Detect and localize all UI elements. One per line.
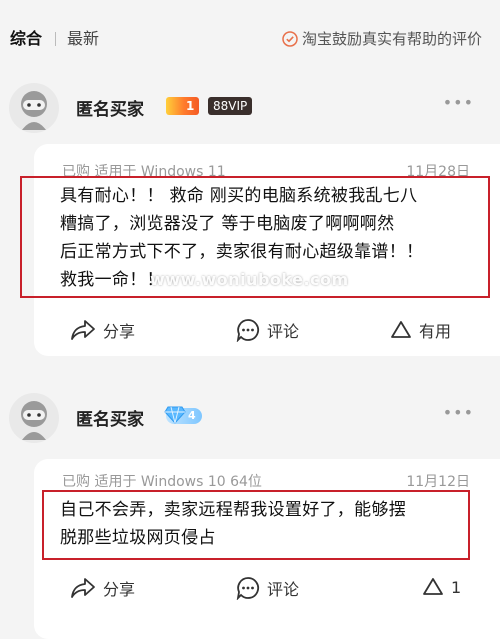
tab-comprehensive[interactable]: 综合	[10, 28, 42, 50]
comment-button[interactable]: 评论	[236, 576, 299, 600]
watermark-text: www.woniuboke.com	[150, 270, 349, 289]
purchase-info: 已购 适用于 Windows 10 64位	[62, 474, 262, 490]
tab-latest[interactable]: 最新	[67, 28, 99, 50]
useful-label: 有用	[419, 322, 452, 341]
username: 匿名买家	[76, 410, 144, 430]
share-icon	[71, 578, 95, 598]
review-date: 11月12日	[406, 474, 470, 490]
level-badge: 1	[166, 97, 200, 115]
triangle-up-icon	[391, 321, 411, 338]
more-options-icon[interactable]: •••	[443, 403, 474, 422]
share-label: 分享	[103, 322, 136, 341]
useful-count: 1	[451, 577, 462, 597]
tab-divider	[55, 32, 56, 46]
diamond-icon	[164, 406, 186, 424]
review-card: 匿名买家 4 ••• 已购 适用于 Windows 10 64位 11月12日 …	[0, 362, 500, 639]
comment-label: 评论	[267, 322, 300, 341]
highlight-box	[42, 490, 470, 560]
triangle-up-icon	[423, 578, 443, 595]
username: 匿名买家	[76, 100, 144, 120]
avatar	[9, 83, 59, 133]
review-card: 匿名买家 1 88VIP ••• 已购 适用于 Windows 11 11月28…	[0, 62, 500, 362]
share-button[interactable]: 分享	[70, 576, 135, 600]
share-icon	[71, 320, 95, 340]
more-options-icon[interactable]: •••	[443, 93, 474, 112]
top-bar: 综合 最新 淘宝鼓励真实有帮助的评价	[0, 0, 500, 62]
avatar	[9, 393, 59, 443]
share-button[interactable]: 分享	[70, 318, 135, 342]
useful-button[interactable]: 有用	[390, 318, 451, 342]
useful-button[interactable]: 1	[422, 576, 461, 598]
comment-icon	[236, 319, 260, 342]
share-label: 分享	[103, 580, 136, 599]
vip-badge: 88VIP	[208, 97, 253, 115]
badge-check-icon	[282, 30, 298, 47]
comment-label: 评论	[267, 580, 300, 599]
comment-button[interactable]: 评论	[236, 318, 299, 342]
review-notice[interactable]: 淘宝鼓励真实有帮助的评价	[282, 28, 482, 49]
review-notice-text: 淘宝鼓励真实有帮助的评价	[301, 30, 482, 48]
comment-icon	[236, 577, 260, 600]
